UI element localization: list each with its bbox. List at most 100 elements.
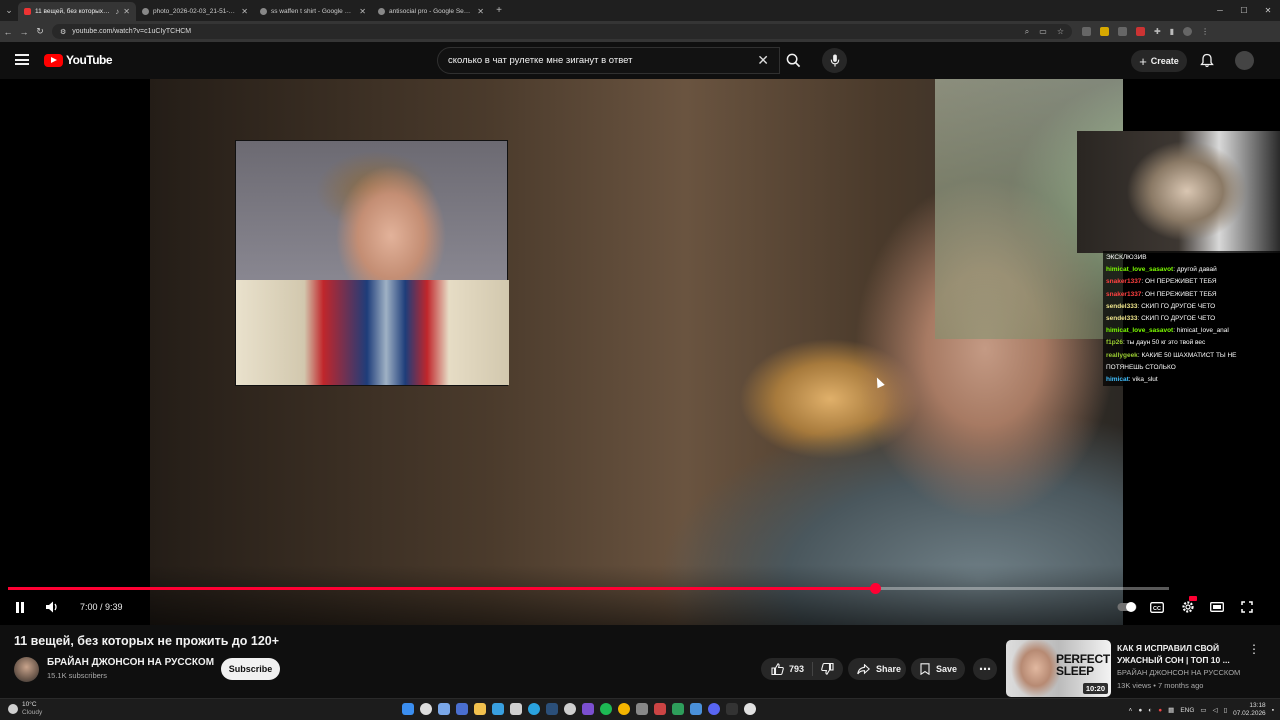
chat-message: himicat_love_sasavot: другой давай [1106,264,1277,276]
progress-scrubber[interactable] [870,583,881,594]
app-icon[interactable] [690,703,702,715]
maximize-icon[interactable]: ☐ [1232,6,1256,15]
notifications-button[interactable] [1200,53,1214,73]
more-vertical-icon[interactable]: ⋮ [1248,642,1260,656]
browser-tab-2[interactable]: ss waffen t shirt - Google Search ✕ [254,2,372,21]
extension-icon[interactable] [1118,27,1127,36]
video-player[interactable]: ЭКСКЛЮЗИВ himicat_love_sasavot: другой д… [0,79,1280,625]
close-tab-icon[interactable]: ✕ [477,7,484,16]
extension-icon[interactable] [1100,27,1109,36]
chrome-icon[interactable] [618,703,630,715]
chatgpt-icon[interactable] [564,703,576,715]
tab-search-icon[interactable]: ⌄ [0,0,18,21]
chat-text: ОН ПЕРЕЖИВЕТ ТЕБЯ [1145,290,1217,298]
pause-button[interactable] [12,599,28,615]
volume-button[interactable] [44,599,60,615]
reload-icon[interactable]: ↻ [32,26,48,37]
steam-icon[interactable] [546,703,558,715]
share-button[interactable]: Share [848,658,906,680]
browser-tab-3[interactable]: antisocial pro - Google Search ✕ [372,2,490,21]
channel-avatar[interactable] [14,657,39,682]
forward-icon[interactable]: → [16,27,32,37]
discord-icon[interactable] [708,703,720,715]
back-icon[interactable]: ← [0,27,16,37]
search-button[interactable] [780,47,806,74]
save-button[interactable]: Save [911,658,965,680]
zoom-icon[interactable]: ⌕ [1025,27,1029,37]
extensions-puzzle-icon[interactable]: ✚ [1154,27,1161,36]
create-button[interactable]: + Create [1131,50,1187,72]
close-tab-icon[interactable]: ✕ [123,7,130,16]
subscribe-button[interactable]: Subscribe [221,658,280,680]
minimize-icon[interactable]: ─ [1208,6,1232,15]
windows-start-icon[interactable] [402,703,414,715]
new-tab-icon[interactable]: + [490,5,508,16]
channel-name[interactable]: БРАЙАН ДЖОНСОН НА РУССКОМ [47,657,214,668]
terminal-icon[interactable] [456,703,468,715]
account-avatar[interactable] [1235,51,1254,70]
sidebar-icon[interactable]: ▮ [1170,27,1174,36]
close-window-icon[interactable]: ✕ [1256,6,1280,15]
recommended-video-title[interactable]: КАК Я ИСПРАВИЛ СВОЙ УЖАСНЫЙ СОН | ТОП 10… [1117,642,1237,666]
itunes-icon[interactable] [744,703,756,715]
extension-icon[interactable] [1136,27,1145,36]
browser-menu-icon[interactable]: ⋮ [1201,27,1209,36]
subtitles-button[interactable]: CC [1149,599,1165,615]
fullscreen-button[interactable] [1239,599,1255,615]
chat-message: ПОТЯНЕШЬ СТОЛЬКО [1106,362,1277,374]
app-icon[interactable] [654,703,666,715]
network-icon[interactable]: ▭ [1200,706,1206,714]
weather-widget[interactable]: 10°C Cloudy [8,701,42,717]
chat-message: himicat: vika_slut [1106,374,1277,386]
speaker-tray-icon[interactable]: ◁ [1213,706,1218,714]
tray-app-icon[interactable]: ● [1158,707,1162,714]
calendar-icon[interactable] [510,703,522,715]
address-bar[interactable]: ⚙ youtube.com/watch?v=c1uCIyTCHCM ⌕ ▭ ☆ [52,24,1072,39]
close-tab-icon[interactable]: ✕ [359,7,366,16]
browser-tab-1[interactable]: photo_2026-02-03_21-51-50.jp ✕ [136,2,254,21]
recommended-video-channel[interactable]: БРАЙАН ДЖОНСОН НА РУССКОМ [1117,668,1240,677]
battery-icon[interactable]: ▯ [1224,706,1228,714]
search-input[interactable]: сколько в чат рулетке мне зиганут в отве… [437,47,780,74]
like-button[interactable]: 793 [761,663,804,675]
speaker-icon[interactable]: ♪ [115,7,119,16]
dislike-button[interactable] [821,663,834,675]
menu-icon[interactable] [15,54,29,65]
tray-app-icon[interactable]: ▦ [1168,706,1174,714]
autoplay-toggle[interactable] [1117,599,1137,615]
voice-search-button[interactable] [822,48,847,73]
mail-icon[interactable] [492,703,504,715]
app-icon[interactable] [726,703,738,715]
browser-tab-0[interactable]: 11 вещей, без которых не ♪ ✕ [18,2,136,21]
clear-search-icon[interactable]: ✕ [757,52,769,69]
bookmark-star-icon[interactable]: ☆ [1057,27,1064,37]
gear-icon [1182,601,1194,613]
language-indicator[interactable]: ENG [1180,707,1194,714]
app-icon[interactable] [582,703,594,715]
search-icon [786,53,800,68]
app-icon[interactable] [672,703,684,715]
notification-center-icon[interactable]: ▪ [1272,707,1274,714]
progress-bar[interactable] [8,583,1169,594]
tray-app-icon[interactable]: ◐ [1148,707,1152,714]
close-tab-icon[interactable]: ✕ [241,7,248,16]
copilot-icon[interactable] [438,703,450,715]
tray-app-icon[interactable]: ● [1138,707,1142,714]
more-actions-button[interactable]: ⋯ [973,658,997,680]
cast-icon[interactable]: ▭ [1039,27,1047,37]
telegram-icon[interactable] [528,703,540,715]
tray-overflow-icon[interactable]: ˄ [1129,707,1133,714]
youtube-logo[interactable]: YouTube [44,53,113,67]
file-explorer-icon[interactable] [474,703,486,715]
clock[interactable]: 13:18 07.02.2026 [1233,702,1266,718]
recommended-video-thumbnail[interactable]: PERFECT SLEEP 10:20 [1006,640,1111,697]
tab-title: 11 вещей, без которых не [35,8,112,15]
site-info-icon[interactable]: ⚙ [60,28,66,36]
settings-button[interactable] [1179,596,1197,615]
spotify-icon[interactable] [600,703,612,715]
profile-icon[interactable] [1183,27,1193,36]
theater-mode-button[interactable] [1209,599,1225,615]
taskbar-search-icon[interactable] [420,703,432,715]
extension-icon[interactable] [1082,27,1091,36]
app-icon[interactable] [636,703,648,715]
